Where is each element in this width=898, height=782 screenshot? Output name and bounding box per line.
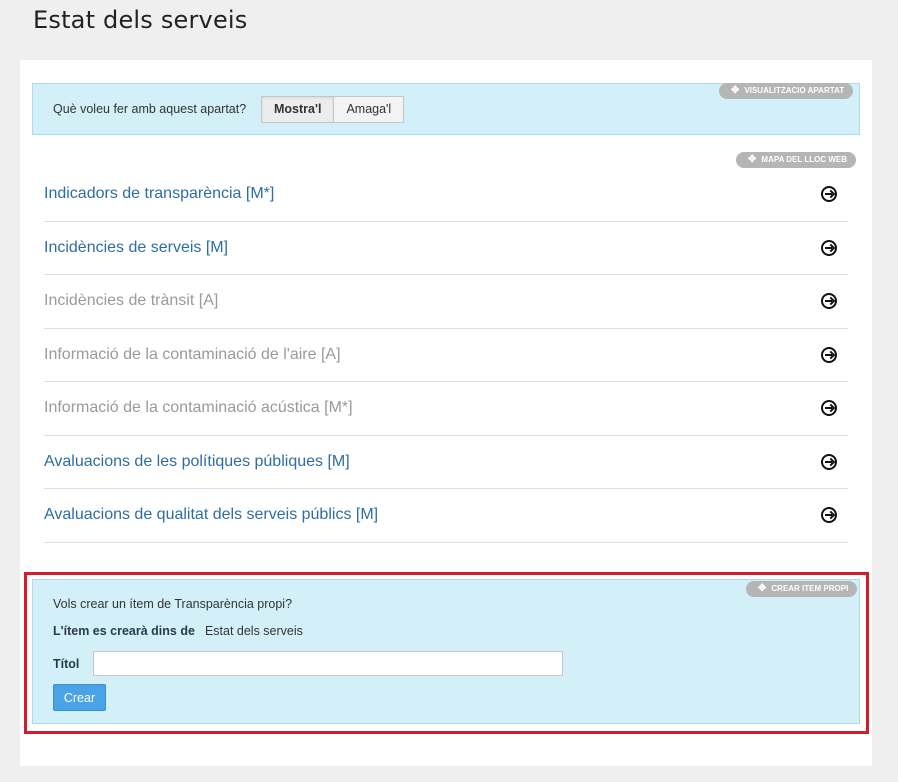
sitemap-item-label[interactable]: Informació de la contaminació acústica […: [44, 399, 353, 417]
visualization-badge-label: VISUALITZACIO APARTAT: [744, 86, 845, 95]
create-item-badge-label: CREAR ITEM PROPI: [771, 584, 849, 593]
sitemap-item-label[interactable]: Incidències de trànsit [A]: [44, 292, 218, 310]
destination-value: Estat dels serveis: [204, 624, 303, 638]
sitemap-item-label[interactable]: Incidències de serveis [M]: [44, 239, 228, 257]
move-icon: ✥: [731, 85, 740, 96]
hide-button[interactable]: Amaga'l: [334, 97, 404, 122]
circle-arrow-right-icon[interactable]: [821, 239, 837, 256]
title-label: Títol: [53, 657, 80, 671]
visualization-badge[interactable]: ✥ VISUALITZACIO APARTAT: [719, 83, 854, 99]
sitemap-row[interactable]: Informació de la contaminació acústica […: [44, 382, 848, 436]
circle-arrow-right-icon[interactable]: [821, 346, 837, 363]
sitemap-badge-label: MAPA DEL LLOC WEB: [761, 155, 848, 164]
sitemap-row[interactable]: Indicadors de transparència [M*]: [44, 168, 848, 222]
create-item-panel: Vols crear un ítem de Transparència prop…: [32, 579, 860, 724]
move-icon: ✥: [748, 154, 757, 165]
content-card: Què voleu fer amb aquest apartat? Mostra…: [20, 60, 872, 766]
sitemap-row[interactable]: Avaluacions de qualitat dels serveis púb…: [44, 489, 848, 543]
visibility-toggle: Mostra'l Amaga'l: [261, 96, 405, 123]
sitemap-row[interactable]: Incidències de trànsit [A]: [44, 275, 848, 329]
page-title: Estat dels serveis: [33, 6, 248, 34]
visualization-question: Què voleu fer amb aquest apartat?: [53, 102, 247, 116]
destination-label: L'ítem es crearà dins de: [53, 624, 195, 638]
show-button[interactable]: Mostra'l: [262, 97, 335, 122]
sitemap-row[interactable]: Incidències de serveis [M]: [44, 222, 848, 275]
sitemap-item-label[interactable]: Avaluacions de qualitat dels serveis púb…: [44, 506, 378, 524]
sitemap-item-label[interactable]: Informació de la contaminació de l'aire …: [44, 346, 341, 364]
sitemap-item-label[interactable]: Indicadors de transparència [M*]: [44, 185, 274, 203]
create-item-question: Vols crear un ítem de Transparència prop…: [53, 597, 293, 611]
circle-arrow-right-icon[interactable]: [821, 507, 837, 524]
circle-arrow-right-icon[interactable]: [821, 400, 837, 417]
move-icon: ✥: [758, 583, 767, 594]
sitemap-item-label[interactable]: Avaluacions de les polítiques públiques …: [44, 453, 350, 471]
sitemap-row[interactable]: Avaluacions de les polítiques públiques …: [44, 436, 848, 489]
create-item-badge[interactable]: ✥ CREAR ITEM PROPI: [746, 581, 858, 597]
circle-arrow-right-icon[interactable]: [821, 293, 837, 310]
sitemap-badge[interactable]: ✥ MAPA DEL LLOC WEB: [736, 152, 857, 168]
circle-arrow-right-icon[interactable]: [821, 186, 837, 203]
sitemap-row[interactable]: Informació de la contaminació de l'aire …: [44, 329, 848, 382]
destination: L'ítem es crearà dins de Estat dels serve…: [53, 624, 303, 638]
circle-arrow-right-icon[interactable]: [821, 453, 837, 470]
create-button[interactable]: Crear: [53, 684, 106, 711]
sitemap-list: Indicadors de transparència [M*] Incidènc…: [44, 168, 848, 543]
title-input[interactable]: [93, 651, 563, 676]
